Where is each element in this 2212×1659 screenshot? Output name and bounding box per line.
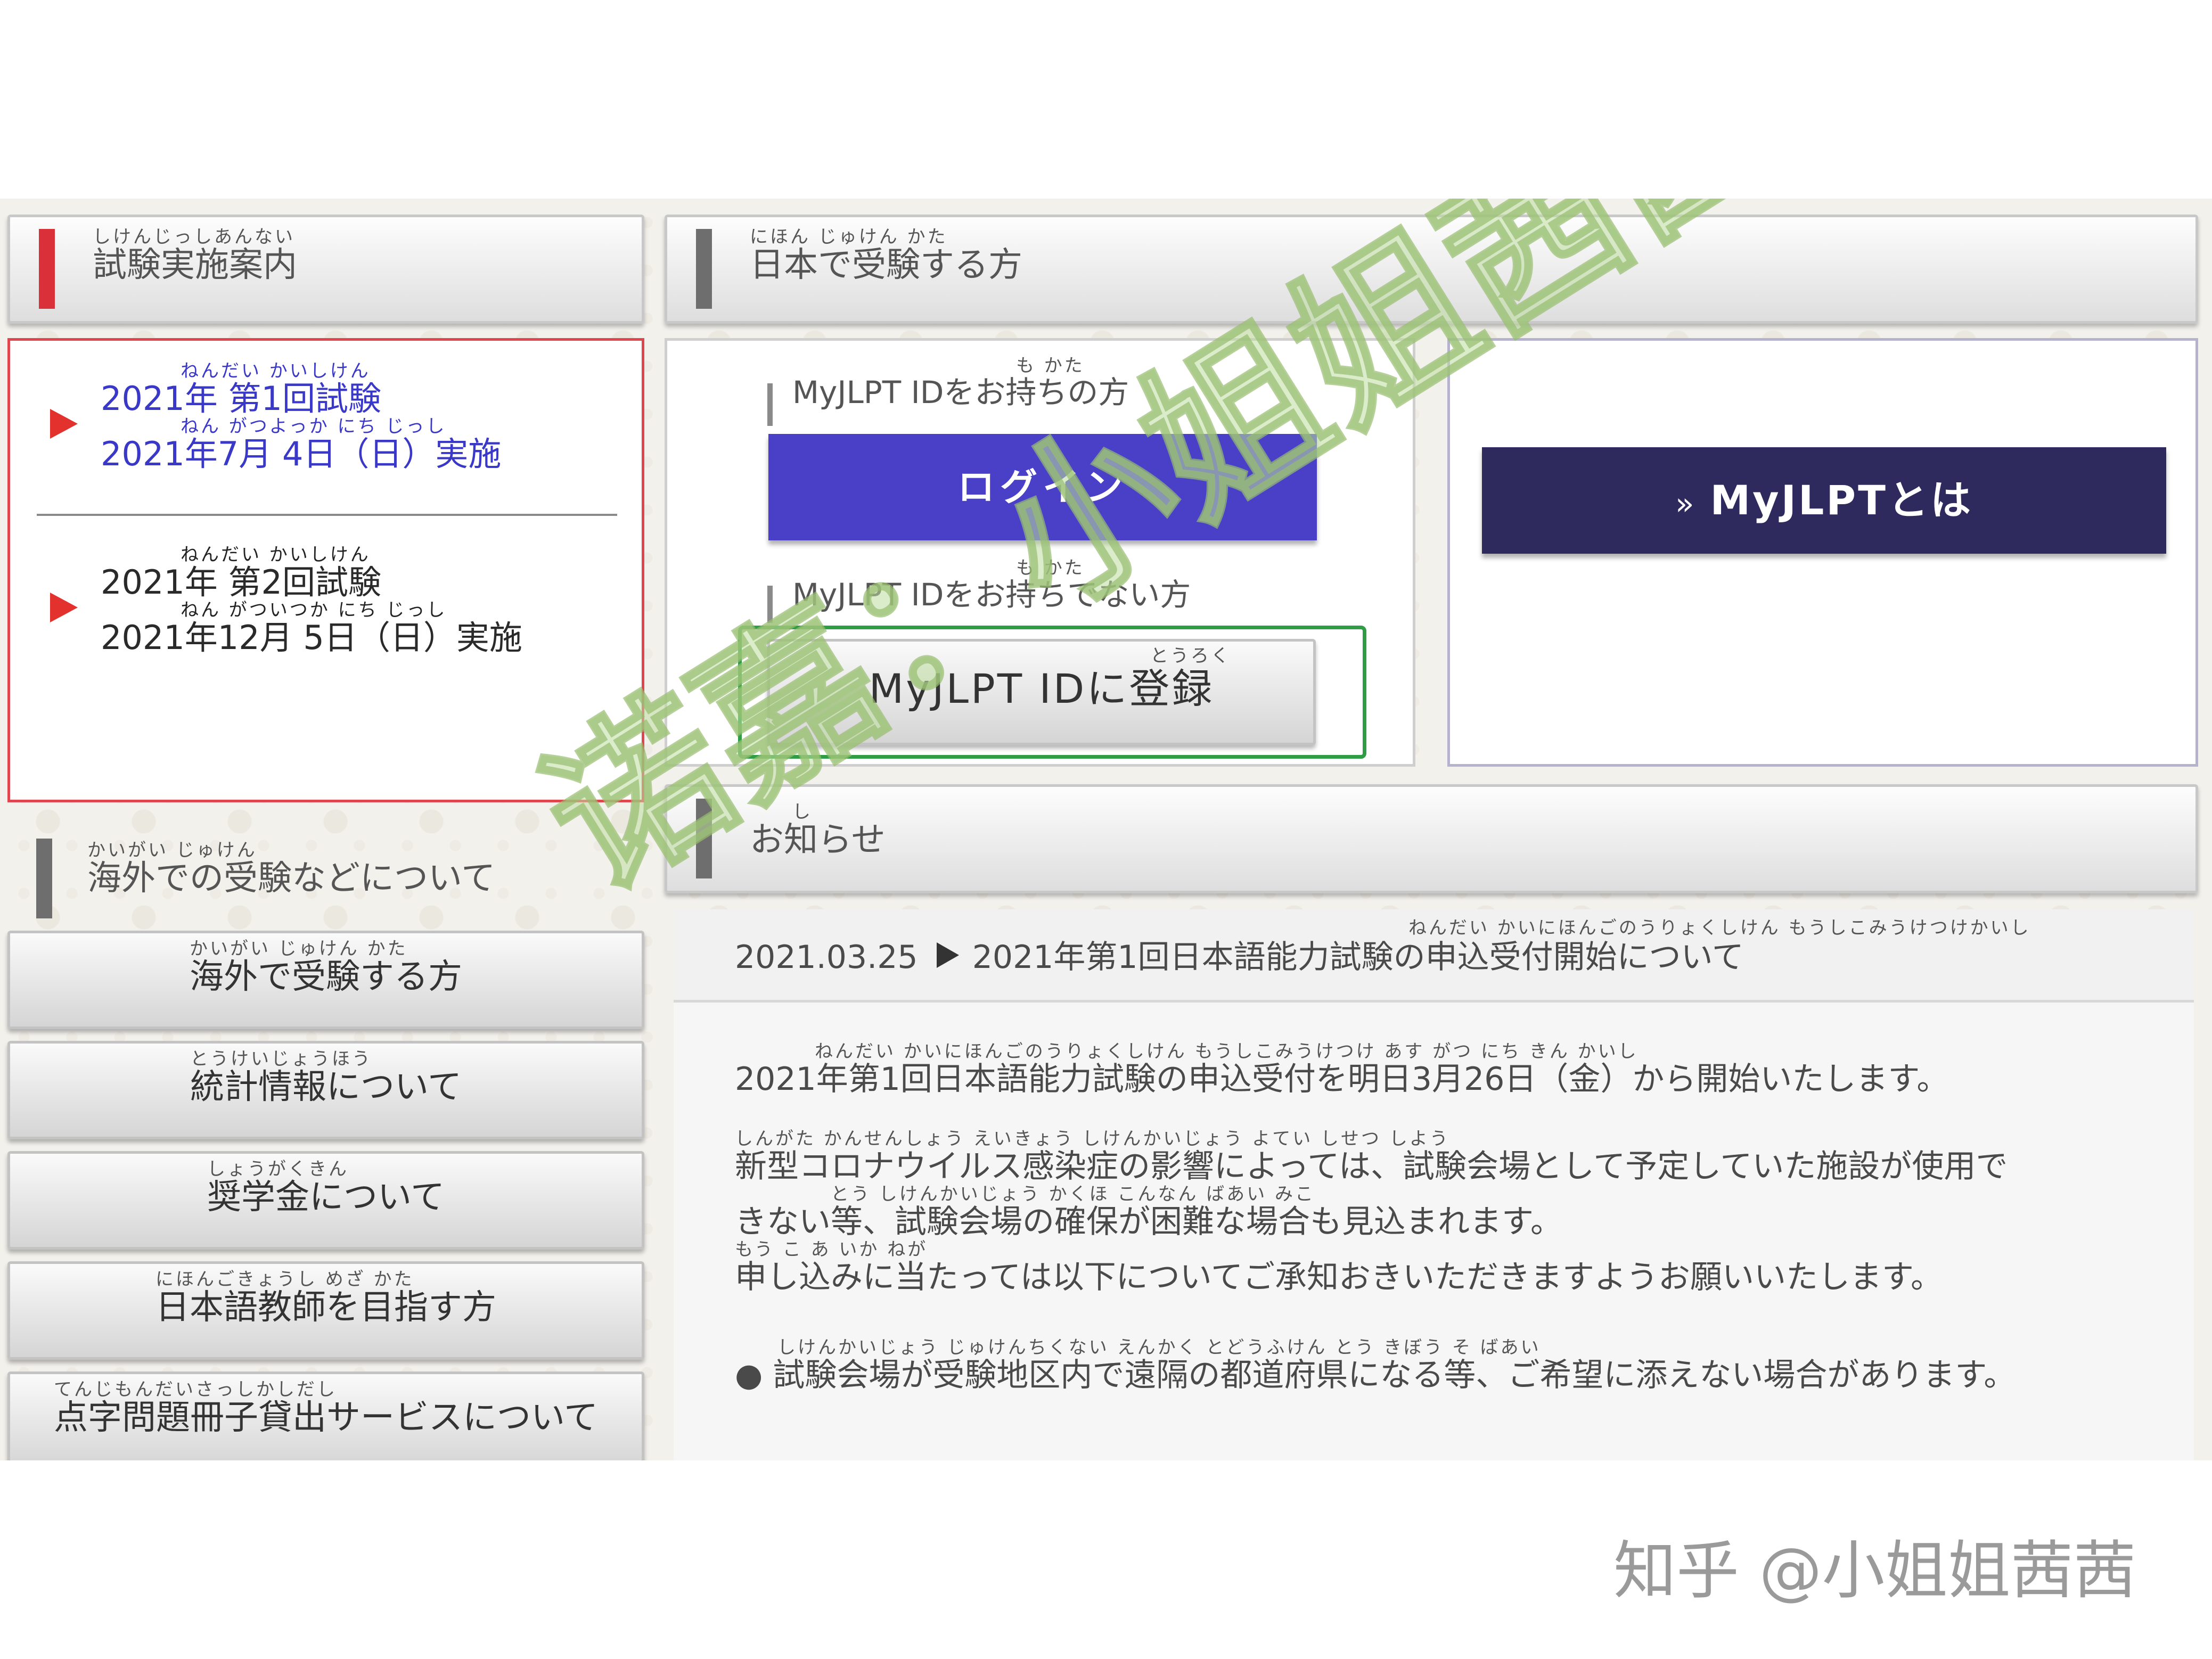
ruby-text: てんじもんだいさっしかしだし <box>53 1379 337 1400</box>
news-title-link[interactable]: 2021年第1回日本語能力試験の申込受付開始について <box>972 939 1744 976</box>
exam-title-link[interactable]: 2021年 第1回試験 <box>101 380 501 417</box>
login-button-label: ログイン <box>957 465 1128 509</box>
exam-info-header: しけんじっしあんない 試験実施案内 <box>7 215 644 324</box>
statistics-button[interactable]: とうけいじょうほう 統計情報について <box>7 1041 644 1139</box>
news-item[interactable]: ねんだい かいにほんごのうりょくしけん もうしこみうけつけかいし 2021.03… <box>674 909 2194 1003</box>
jlpt-page: しけんじっしあんない 試験実施案内 ねんだい かいしけん 2021年 第1回試験… <box>0 199 2212 1460</box>
exam-date-link[interactable]: 2021年7月 4日（日）実施 <box>101 436 501 473</box>
exam-item[interactable]: ねんだい かいしけん 2021年 第2回試験 ねん がついつか にち じっし 2… <box>50 546 625 684</box>
ruby-text: も かた <box>1016 355 1085 376</box>
section-title: 海外での受験などについて <box>87 859 496 898</box>
ruby-text: ねんだい かいしけん <box>181 544 371 565</box>
news-date: 2021.03.25 <box>735 939 918 976</box>
exam-date-link[interactable]: 2021年12月 5日（日）実施 <box>101 619 522 656</box>
news-list: ねんだい かいにほんごのうりょくしけん もうしこみうけつけかいし 2021.03… <box>674 909 2194 1460</box>
ruby-text: しけんかいじょう じゅけんちくない えんかく とどうふけん とう きぼう そ ば… <box>777 1337 1541 1358</box>
about-myjlpt-button[interactable]: » MyJLPTとは <box>1482 447 2166 554</box>
play-arrow-icon <box>50 409 78 439</box>
news-paragraph: 新型コロナウイルス感染症の影響によっては、試験会場として予定していた施設が使用で <box>735 1148 2008 1185</box>
ruby-text: とうろく <box>1150 645 1231 667</box>
news-paragraph: 申し込みに当たっては以下についてご承知おきいただきますようお願いいたします。 <box>735 1259 1943 1296</box>
header-marker <box>696 229 712 309</box>
exam-item[interactable]: ねんだい かいしけん 2021年 第1回試験 ねん がつよっか にち じっし 2… <box>50 362 625 500</box>
button-label: 海外で受験する方 <box>190 957 462 997</box>
ruby-text: しんがた かんせんしょう えいきょう しけんかいじょう よてい しせつ しよう <box>735 1128 1450 1149</box>
has-id-label: MyJLPT IDをお持ちの方 <box>792 374 1129 410</box>
ruby-text: にほんごきょうし めざ かた <box>155 1269 414 1290</box>
header-marker <box>39 229 55 309</box>
no-id-label: MyJLPT IDをお持ちでない方 <box>792 577 1191 613</box>
ruby-text: し <box>792 801 813 823</box>
play-arrow-icon <box>936 942 959 968</box>
about-myjlpt-panel: » MyJLPTとは <box>1447 338 2198 767</box>
braille-booklet-button[interactable]: てんじもんだいさっしかしだし 点字問題冊子貸出サービスについて <box>7 1371 644 1460</box>
ruby-text: ねんだい かいにほんごのうりょくしけん もうしこみうけつけ あす がつ にち き… <box>815 1041 1638 1062</box>
section-title: 試験実施案内 <box>93 245 297 285</box>
scholarship-button[interactable]: しょうがくきん 奨学金について <box>7 1151 644 1250</box>
overseas-header: かいがい じゅけん 海外での受験などについて <box>7 833 644 924</box>
news-body: ねんだい かいにほんごのうりょくしけん もうしこみうけつけ あす がつ にち き… <box>735 1042 2183 1394</box>
ruby-text: かいがい じゅけん <box>87 840 257 861</box>
header-marker <box>696 799 712 878</box>
section-title: お知らせ <box>750 820 886 860</box>
ruby-text: ねん がつよっか にち じっし <box>181 416 447 437</box>
button-label: 奨学金について <box>207 1178 445 1217</box>
overseas-exam-button[interactable]: かいがい じゅけん かた 海外で受験する方 <box>7 931 644 1029</box>
button-label: 統計情報について <box>190 1067 462 1107</box>
register-button-label: MyJLPT IDに登録 <box>869 665 1215 712</box>
news-paragraph: 2021年第1回日本語能力試験の申込受付を明日3月26日（金）から開始いたします… <box>735 1061 1949 1098</box>
ruby-text: とうけいじょうほう <box>190 1048 372 1070</box>
news-paragraph: きない等、試験会場の確保が困難な場合も見込まれます。 <box>735 1203 1562 1241</box>
ruby-text: ねんだい かいにほんごのうりょくしけん もうしこみうけつけかいし <box>1408 917 2031 939</box>
divider <box>37 514 617 516</box>
exam-schedule-box: ねんだい かいしけん 2021年 第1回試験 ねん がつよっか にち じっし 2… <box>7 338 644 802</box>
login-button[interactable]: ログイン <box>768 434 1317 540</box>
play-arrow-icon <box>50 593 78 622</box>
news-header: し お知らせ <box>665 784 2198 893</box>
myjlpt-login-panel: も かた MyJLPT IDをお持ちの方 ログイン も かた MyJLPT ID… <box>665 338 1415 767</box>
japan-exam-header: にほん じゅけん かた 日本で受験する方 <box>665 215 2198 324</box>
ruby-text: しけんじっしあんない <box>93 226 295 248</box>
ruby-text: ねん がついつか にち じっし <box>181 599 447 621</box>
ruby-text: ねんだい かいしけん <box>181 360 371 382</box>
ruby-text: にほん じゅけん かた <box>750 226 948 248</box>
ruby-text: かいがい じゅけん かた <box>190 938 408 959</box>
button-label: 点字問題冊子貸出サービスについて <box>53 1398 599 1438</box>
exam-title-link[interactable]: 2021年 第2回試験 <box>101 564 522 601</box>
section-title: 日本で受験する方 <box>750 245 1022 285</box>
about-button-label: MyJLPTとは <box>1710 477 1973 524</box>
news-paragraph: ● 試験会場が受験地区内で遠隔の都道府県になる等、ご希望に添えない場合があります… <box>735 1357 2016 1394</box>
footer-credit: 知乎 @小姐姐茜茜 <box>1613 1534 2136 1607</box>
button-label: 日本語教師を目指す方 <box>155 1288 496 1327</box>
label-marker <box>767 383 773 426</box>
label-marker <box>767 586 773 623</box>
arrow-icon: » <box>1675 486 1694 522</box>
register-button[interactable]: とうろく MyJLPT IDに登録 <box>767 639 1316 745</box>
ruby-text: とう しけんかいじょう かくほ こんなん ばあい みこ <box>831 1184 1316 1205</box>
ruby-text: もう こ あ いか ねが <box>735 1239 928 1260</box>
japanese-teacher-button[interactable]: にほんごきょうし めざ かた 日本語教師を目指す方 <box>7 1261 644 1360</box>
ruby-text: しょうがくきん <box>207 1159 349 1180</box>
header-marker <box>36 839 52 918</box>
ruby-text: も かた <box>1016 557 1085 579</box>
